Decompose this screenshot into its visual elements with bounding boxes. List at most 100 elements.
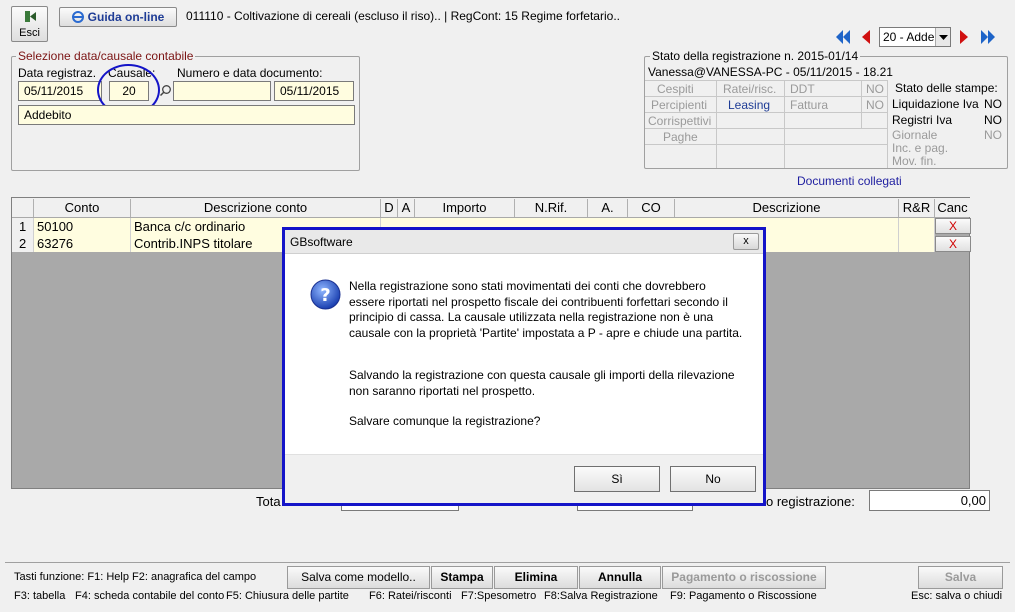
fkey-f8: F8:Salva Registrazione bbox=[544, 590, 658, 602]
svg-text:?: ? bbox=[320, 285, 330, 306]
table-cell-conto[interactable]: 63276 bbox=[34, 235, 131, 252]
save-as-model-button[interactable]: Salva come modello.. bbox=[287, 566, 430, 589]
search-icon[interactable] bbox=[159, 84, 172, 97]
delete-row-button[interactable]: X bbox=[935, 236, 971, 252]
registration-total-value: 0,00 bbox=[960, 493, 986, 508]
ddt-value: NO bbox=[866, 82, 884, 96]
ddt-label: DDT bbox=[790, 82, 815, 96]
status-grid-line bbox=[716, 80, 717, 168]
table-cell-rr[interactable] bbox=[899, 235, 935, 252]
fkey-esc: Esc: salva o chiudi bbox=[911, 590, 1003, 602]
fkey-f5: F5: Chiusura delle partite bbox=[226, 590, 349, 602]
header-rownum bbox=[12, 199, 34, 217]
fkey-f3: F3: tabella bbox=[14, 590, 66, 602]
header-a[interactable]: A bbox=[398, 199, 415, 217]
total-label: Tota bbox=[256, 494, 281, 509]
exit-icon bbox=[24, 10, 37, 23]
reg-iva-value: NO bbox=[984, 113, 1002, 127]
linked-documents-link[interactable]: Documenti collegati bbox=[797, 174, 902, 188]
date-label: Data registraz. bbox=[18, 66, 97, 80]
dialog-close-button[interactable]: x bbox=[733, 233, 759, 250]
yes-button[interactable]: Sì bbox=[574, 466, 660, 492]
liq-iva-value: NO bbox=[984, 97, 1002, 111]
header-rr[interactable]: R&R bbox=[899, 199, 935, 217]
status-grid-line bbox=[861, 80, 862, 128]
table-row-num: 2 bbox=[12, 235, 34, 252]
header-importo[interactable]: Importo bbox=[415, 199, 515, 217]
no-button[interactable]: No bbox=[670, 466, 756, 492]
status-grid-line bbox=[784, 80, 785, 168]
inc-pag-label: Inc. e pag. bbox=[892, 141, 949, 155]
dialog-message-2: Salvando la registrazione con questa cau… bbox=[349, 368, 735, 398]
header-descrizione[interactable]: Descrizione bbox=[675, 199, 899, 217]
causale-nav-select[interactable]: 20 - Adde bbox=[879, 27, 951, 47]
delete-row-button[interactable]: X bbox=[935, 218, 971, 234]
first-record-icon[interactable] bbox=[833, 27, 853, 47]
delete-button[interactable]: Elimina bbox=[494, 566, 578, 589]
exit-label: Esci bbox=[19, 27, 40, 39]
ie-icon bbox=[71, 10, 84, 23]
close-icon: x bbox=[743, 235, 749, 247]
status-grid-line bbox=[887, 80, 888, 168]
function-keys-line1: Tasti funzione: F1: Help F2: anagrafica … bbox=[14, 571, 257, 583]
registration-total-label: o registrazione: bbox=[766, 494, 855, 509]
header-a2[interactable]: A. bbox=[588, 199, 628, 217]
reg-iva-label: Registri Iva bbox=[892, 113, 953, 127]
payment-button[interactable]: Pagamento o riscossione bbox=[662, 566, 826, 589]
ratei-label: Ratei/risc. bbox=[723, 82, 777, 96]
confirm-dialog: GBsoftware x ? Nella registrazione sono … bbox=[282, 227, 766, 506]
document-label: Numero e data documento: bbox=[177, 66, 323, 80]
registration-total-field: 0,00 bbox=[869, 490, 990, 511]
prints-status-title: Stato delle stampe: bbox=[895, 81, 998, 95]
next-record-icon[interactable] bbox=[955, 27, 973, 47]
selection-legend: Selezione data/causale contabile bbox=[16, 49, 196, 63]
giornale-label: Giornale bbox=[892, 128, 938, 142]
document-number-field[interactable] bbox=[173, 81, 271, 101]
causale-description-field: Addebito bbox=[18, 105, 355, 125]
save-button[interactable]: Salva bbox=[918, 566, 1003, 589]
header-canc[interactable]: Canc bbox=[935, 199, 970, 217]
header-d[interactable]: D bbox=[381, 199, 398, 217]
status-user-line: Vanessa@VANESSA-PC - 05/11/2015 - 18.21 bbox=[648, 65, 893, 79]
last-record-icon[interactable] bbox=[977, 27, 999, 47]
cespiti-label: Cespiti bbox=[657, 82, 694, 96]
table-row-num: 1 bbox=[12, 218, 34, 235]
document-date-field[interactable]: 05/11/2015 bbox=[274, 81, 354, 101]
fkey-f6: F6: Ratei/risconti bbox=[369, 590, 452, 602]
liq-iva-label: Liquidazione Iva bbox=[892, 97, 979, 111]
paghe-label: Paghe bbox=[663, 130, 698, 144]
cancel-button[interactable]: Annulla bbox=[579, 566, 661, 589]
guide-label: Guida on-line bbox=[87, 10, 165, 24]
print-button[interactable]: Stampa bbox=[431, 566, 493, 589]
bottom-separator bbox=[5, 562, 1010, 563]
mov-fin-label: Mov. fin. bbox=[892, 154, 937, 168]
percipienti-label: Percipienti bbox=[651, 98, 708, 112]
chevron-down-icon bbox=[935, 28, 950, 46]
fkey-f7: F7:Spesometro bbox=[461, 590, 537, 602]
fkey-f4: F4: scheda contabile del conto bbox=[75, 590, 225, 602]
header-descr-conto[interactable]: Descrizione conto bbox=[131, 199, 381, 217]
previous-record-icon[interactable] bbox=[857, 27, 875, 47]
window-title: 011110 - Coltivazione di cereali (esclus… bbox=[186, 9, 620, 23]
corrispettivi-label: Corrispettivi bbox=[648, 114, 712, 128]
giornale-value: NO bbox=[984, 128, 1002, 142]
header-conto[interactable]: Conto bbox=[34, 199, 131, 217]
guide-online-button[interactable]: Guida on-line bbox=[59, 7, 177, 27]
header-nrif[interactable]: N.Rif. bbox=[515, 199, 588, 217]
dialog-message-3: Salvare comunque la registrazione? bbox=[349, 414, 541, 428]
dialog-title: GBsoftware bbox=[290, 235, 353, 249]
fattura-label: Fattura bbox=[790, 98, 829, 112]
header-co[interactable]: CO bbox=[628, 199, 675, 217]
fkey-f9: F9: Pagamento o Riscossione bbox=[670, 590, 817, 602]
leasing-label: Leasing bbox=[728, 98, 771, 112]
table-cell-conto[interactable]: 50100 bbox=[34, 218, 131, 235]
dialog-message-1: Nella registrazione sono stati movimenta… bbox=[349, 279, 743, 340]
exit-button[interactable]: Esci bbox=[11, 6, 48, 42]
status-legend: Stato della registrazione n. 2015-01/14 bbox=[650, 49, 861, 63]
causale-nav-value: 20 - Adde bbox=[883, 30, 935, 44]
fattura-value: NO bbox=[866, 98, 884, 112]
table-cell-rr[interactable] bbox=[899, 218, 935, 235]
question-icon: ? bbox=[310, 279, 341, 310]
registration-date-field[interactable]: 05/11/2015 bbox=[18, 81, 102, 101]
dialog-titlebar: GBsoftware x bbox=[285, 230, 763, 254]
